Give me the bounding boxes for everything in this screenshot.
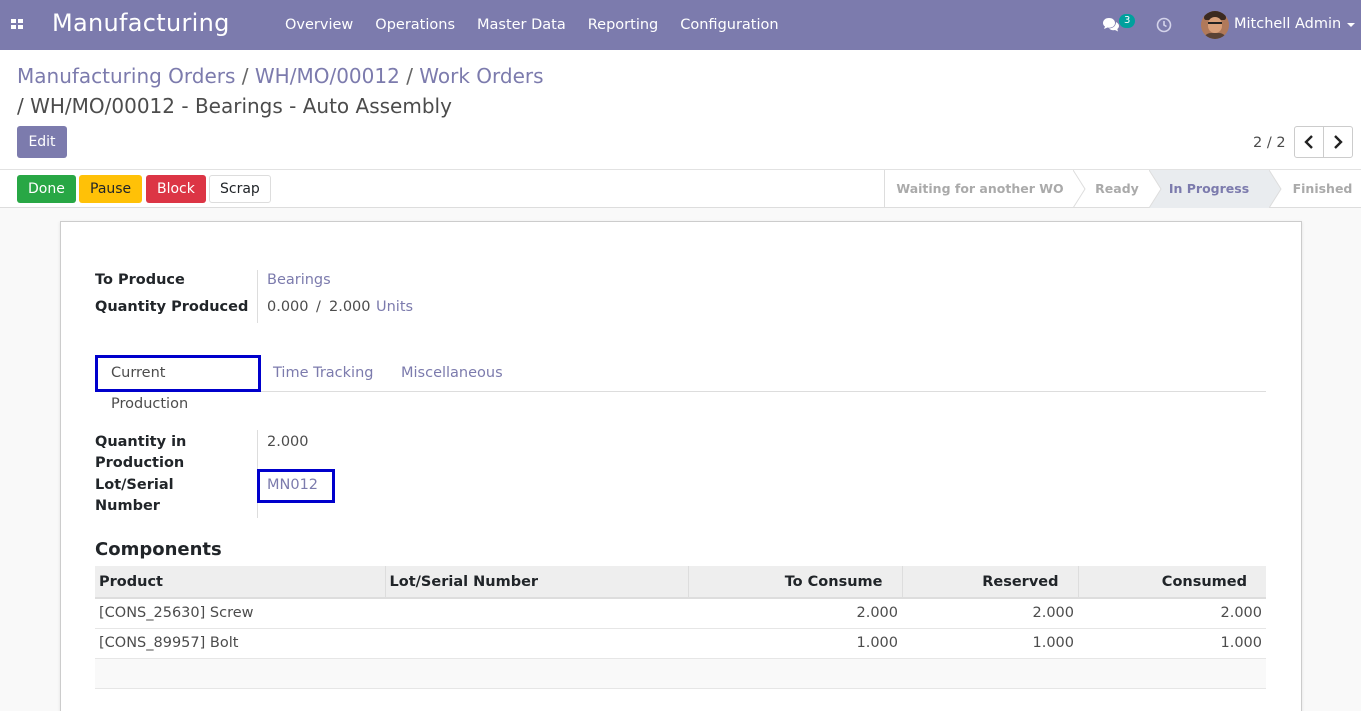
tab-time-tracking[interactable]: Time Tracking [260,355,386,392]
apps-menu-icon[interactable] [11,19,25,31]
quantity-produced-label: Quantity Produced [95,299,249,315]
qty-in-production-value: 2.000 [267,434,309,450]
table-row-empty [95,658,1266,689]
edit-button[interactable]: Edit [17,126,67,158]
qty-in-production-label-line2: Production [95,455,185,471]
pager-value[interactable]: 2 / 2 [1253,135,1286,151]
quantity-produced-value: 0.000 [267,299,309,315]
table-row[interactable]: [CONS_89957] Bolt 1.000 1.000 1.000 [95,628,1266,659]
stage-waiting[interactable]: Waiting for another WO [885,170,1075,208]
chat-icon[interactable] [1102,17,1120,33]
col-to-consume[interactable]: To Consume [687,566,902,599]
chevron-right-icon [1334,135,1343,149]
app-brand[interactable]: Manufacturing [52,9,230,37]
to-produce-value[interactable]: Bearings [267,272,331,288]
components-table: Product Lot/Serial Number To Consume Res… [95,566,1266,689]
user-menu[interactable]: Mitchell Admin [1234,16,1341,32]
col-reserved[interactable]: Reserved [901,566,1078,599]
menu-overview[interactable]: Overview [274,0,364,50]
breadcrumb-current: / WH/MO/00012 - Bearings - Auto Assembly [17,94,452,118]
quantity-separator: / [316,299,321,315]
breadcrumb: Manufacturing Orders / WH/MO/00012 / Wor… [17,64,544,88]
lot-serial-label-line2: Number [95,498,160,514]
activity-clock-icon[interactable] [1156,17,1172,33]
top-navbar: Manufacturing Overview Operations Master… [0,0,1361,50]
reserved-cell: 2.000 [902,598,1078,629]
caret-down-icon[interactable] [1347,23,1355,27]
menu-reporting[interactable]: Reporting [577,0,670,50]
block-button[interactable]: Block [146,175,206,203]
lot-cell [385,628,688,659]
table-row[interactable]: [CONS_25630] Screw 2.000 2.000 2.000 [95,598,1266,629]
scrap-button[interactable]: Scrap [209,175,271,203]
breadcrumb-mo[interactable]: WH/MO/00012 [255,64,400,88]
stage-separator [1149,170,1162,208]
tab-current-production[interactable]: Current Production [95,355,261,412]
lot-serial-label-line1: Lot/Serial [95,477,174,493]
reserved-cell: 1.000 [902,628,1078,659]
quantity-total: 2.000 [329,299,371,315]
quantity-uom[interactable]: Units [376,299,413,315]
table-header-row: Product Lot/Serial Number To Consume Res… [95,566,1266,599]
stage-bar: Waiting for another WO Ready In Progress… [884,170,1361,208]
lot-serial-value[interactable]: MN012 [267,477,318,493]
control-panel: Manufacturing Orders / WH/MO/00012 / Wor… [0,50,1361,170]
stage-in-progress[interactable]: In Progress [1149,170,1269,208]
chevron-left-icon [1304,135,1313,149]
col-lot-serial[interactable]: Lot/Serial Number [384,566,688,599]
done-button[interactable]: Done [17,175,76,203]
pause-button[interactable]: Pause [79,175,143,203]
stage-ready[interactable]: Ready [1085,170,1149,208]
menu-configuration[interactable]: Configuration [669,0,789,50]
col-product[interactable]: Product [95,566,385,599]
menu-operations[interactable]: Operations [364,0,466,50]
to-consume-cell: 2.000 [688,598,902,629]
breadcrumb-manufacturing-orders[interactable]: Manufacturing Orders [17,64,235,88]
product-cell: [CONS_25630] Screw [95,598,385,629]
notebook-tabs: Current Production Time Tracking Miscell… [95,355,1266,412]
consumed-cell: 1.000 [1078,628,1266,659]
to-consume-cell: 1.000 [688,628,902,659]
stage-finished[interactable]: Finished [1283,170,1361,208]
col-consumed[interactable]: Consumed [1077,566,1266,599]
lot-cell [385,598,688,629]
qty-in-production-label-line1: Quantity in [95,434,187,450]
breadcrumb-work-orders[interactable]: Work Orders [419,64,543,88]
status-header: Done Pause Block Scrap Waiting for anoth… [0,170,1361,208]
to-produce-label: To Produce [95,272,185,288]
user-avatar[interactable] [1201,11,1229,39]
components-title: Components [95,539,222,560]
field-divider [257,270,258,323]
pager-previous-button[interactable] [1294,126,1324,158]
stage-separator [1269,170,1282,208]
main-menu: Overview Operations Master Data Reportin… [274,0,790,50]
pager-next-button[interactable] [1323,126,1353,158]
consumed-cell: 2.000 [1078,598,1266,629]
product-cell: [CONS_89957] Bolt [95,628,385,659]
menu-master-data[interactable]: Master Data [466,0,577,50]
tab-miscellaneous[interactable]: Miscellaneous [388,355,516,392]
chat-count-badge: 3 [1119,14,1136,28]
